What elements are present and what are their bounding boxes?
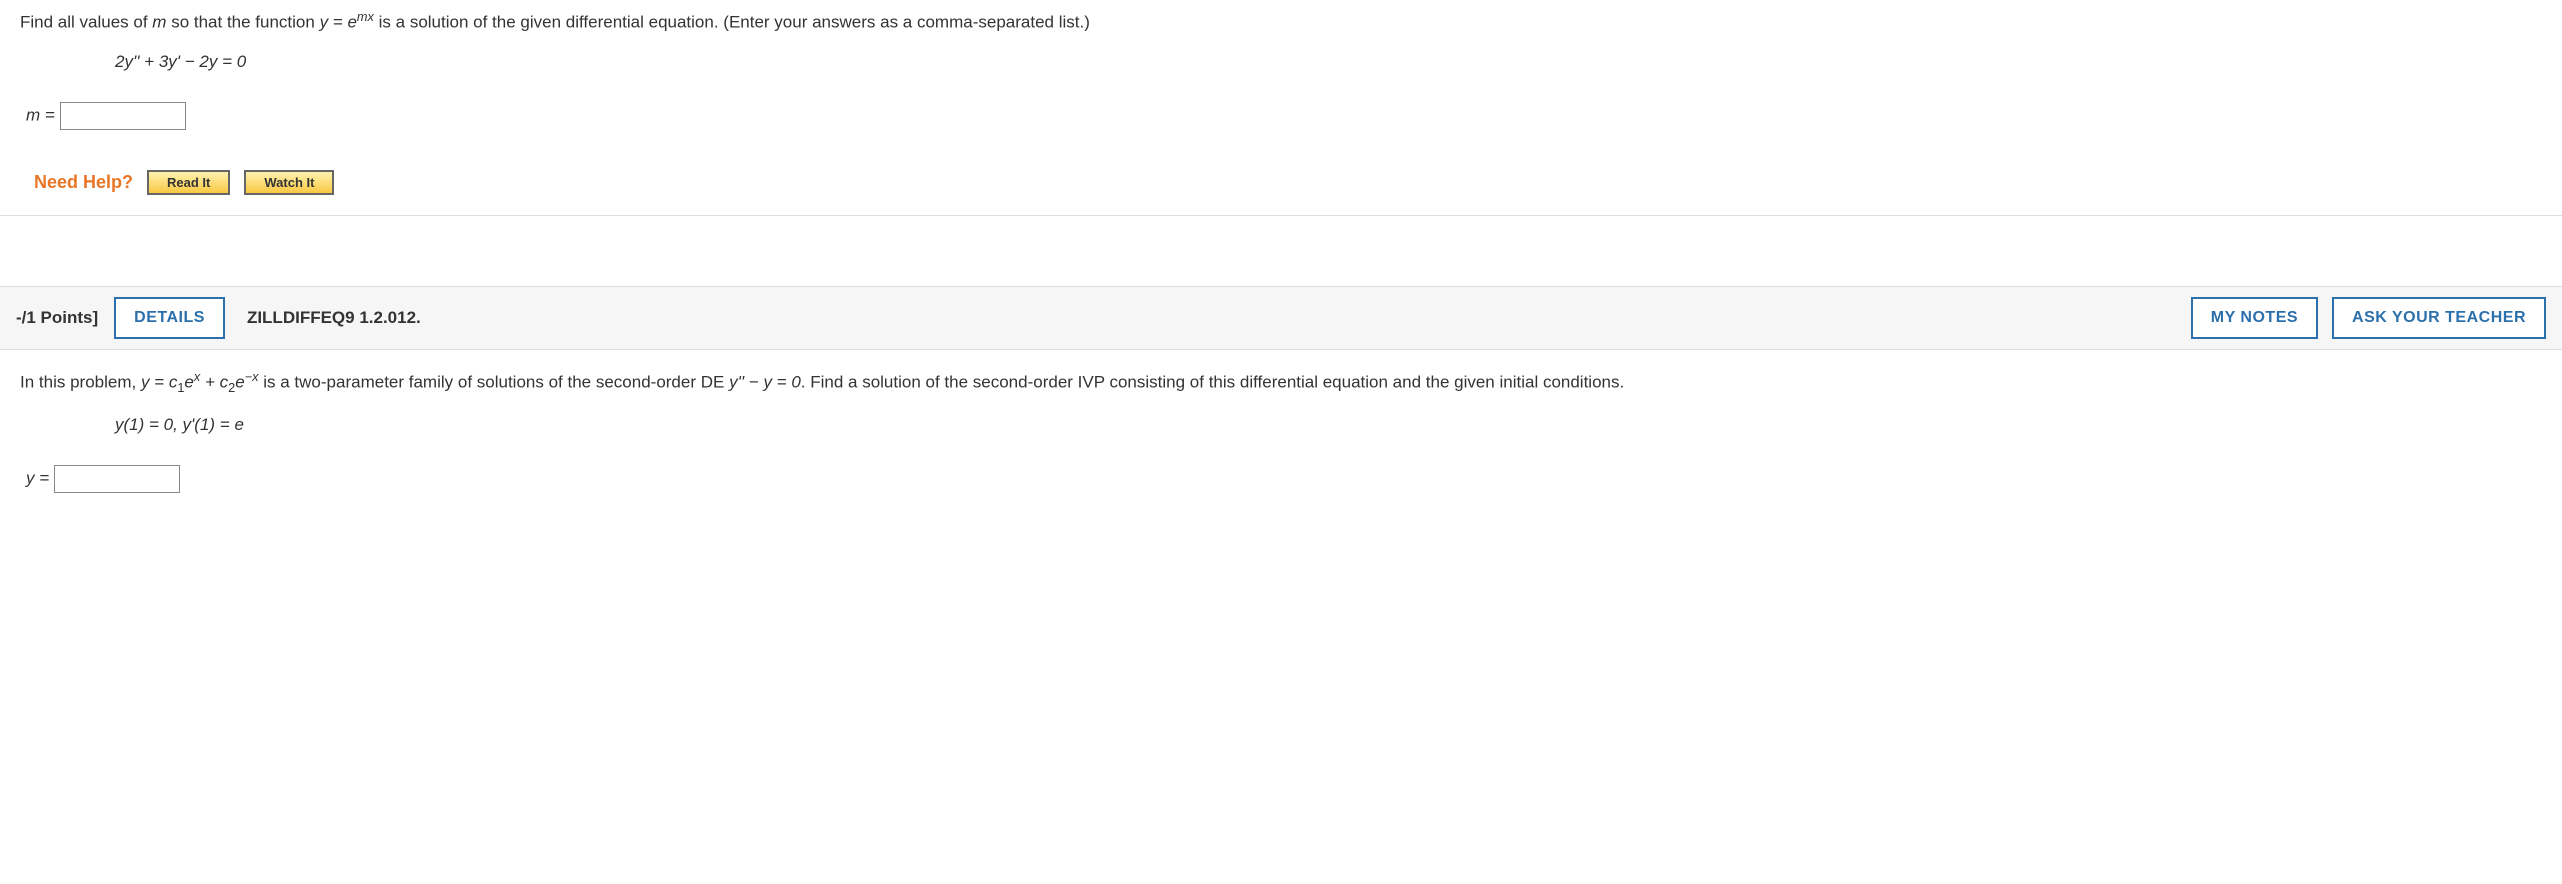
need-help-label: Need Help? bbox=[34, 172, 133, 193]
read-it-button[interactable]: Read It bbox=[147, 170, 230, 195]
q2-answer-input[interactable] bbox=[54, 465, 180, 493]
q2-de: y'' − y = 0 bbox=[729, 373, 801, 392]
question-1-prompt: Find all values of m so that the functio… bbox=[20, 8, 2542, 34]
q2-plus: + c bbox=[200, 373, 228, 392]
question-1-block: Find all values of m so that the functio… bbox=[0, 0, 2562, 216]
q1-equation: 2y'' + 3y' − 2y = 0 bbox=[115, 52, 2542, 72]
q2-text-pre: In this problem, bbox=[20, 373, 141, 392]
points-label: -/1 Points] bbox=[16, 308, 98, 328]
watch-it-button[interactable]: Watch It bbox=[244, 170, 334, 195]
q2-text-mid2: . Find a solution of the second-order IV… bbox=[801, 373, 1624, 392]
q1-text-pre: Find all values of bbox=[20, 13, 152, 32]
q2-e2-sup: −x bbox=[245, 369, 259, 384]
q2-text-mid1: is a two-parameter family of solutions o… bbox=[259, 373, 730, 392]
details-button[interactable]: DETAILS bbox=[114, 297, 225, 339]
q1-var-m: m bbox=[152, 13, 166, 32]
q1-text-mid2: is a solution of the given differential … bbox=[374, 13, 1090, 32]
q1-text-mid1: so that the function bbox=[166, 13, 319, 32]
problem-code: ZILLDIFFEQ9 1.2.012. bbox=[247, 308, 421, 328]
q1-answer-label: m = bbox=[26, 106, 60, 125]
q2-initial-conditions: y(1) = 0, y'(1) = e bbox=[115, 415, 2542, 435]
question-2-prompt: In this problem, y = c1ex + c2e−x is a t… bbox=[20, 368, 2542, 397]
q1-func-sup: mx bbox=[357, 9, 374, 24]
need-help-row: Need Help? Read It Watch It bbox=[34, 170, 2542, 195]
ask-your-teacher-button[interactable]: ASK YOUR TEACHER bbox=[2332, 297, 2546, 339]
q1-func-eq: y = e bbox=[320, 13, 357, 32]
q2-answer-row: y = bbox=[26, 465, 2542, 493]
q2-e2: e bbox=[235, 373, 244, 392]
q2-e1: e bbox=[184, 373, 193, 392]
question-2-header: -/1 Points] DETAILS ZILLDIFFEQ9 1.2.012.… bbox=[0, 286, 2562, 350]
my-notes-button[interactable]: MY NOTES bbox=[2191, 297, 2318, 339]
q2-family-pre: y = c bbox=[141, 373, 177, 392]
q1-answer-row: m = bbox=[26, 102, 2542, 130]
q2-answer-label: y = bbox=[26, 469, 54, 488]
spacer bbox=[0, 216, 2562, 286]
question-2-body: In this problem, y = c1ex + c2e−x is a t… bbox=[0, 350, 2562, 543]
q1-answer-input[interactable] bbox=[60, 102, 186, 130]
